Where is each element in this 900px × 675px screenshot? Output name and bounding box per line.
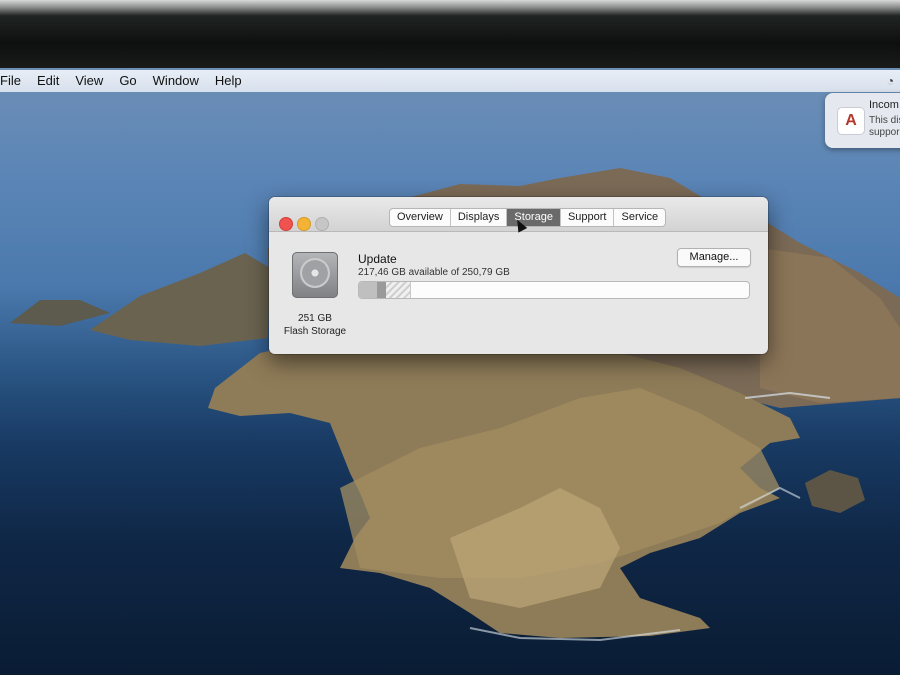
disk-capacity: 251 GB <box>298 313 332 324</box>
zoom-button[interactable] <box>315 217 329 231</box>
usage-segment-purgeable[interactable] <box>386 282 411 298</box>
wallpaper-landscape <box>10 168 900 642</box>
menu-window[interactable]: Window <box>145 70 207 92</box>
tab-overview[interactable]: Overview <box>390 209 451 226</box>
menu-file[interactable]: File <box>0 70 29 92</box>
notification-title: Incom <box>869 99 899 111</box>
tab-displays[interactable]: Displays <box>451 209 508 226</box>
storage-usage-bar[interactable] <box>358 281 750 299</box>
volume-availability: 217,46 GB available of 250,79 GB <box>358 267 510 278</box>
tab-bar: Overview Displays Storage Support Servic… <box>389 208 667 227</box>
wifi-icon[interactable]: ◔ <box>887 70 894 92</box>
disk-type: Flash Storage <box>283 326 347 337</box>
usage-segment-other[interactable] <box>359 282 377 298</box>
usage-segment-system[interactable] <box>376 282 387 298</box>
screen-bezel <box>0 0 900 72</box>
notification-banner[interactable]: A Incom This dis suppor <box>825 93 900 148</box>
menu-help[interactable]: Help <box>207 70 250 92</box>
menu-view[interactable]: View <box>67 70 111 92</box>
menu-edit[interactable]: Edit <box>29 70 67 92</box>
desktop-wallpaper <box>0 68 900 675</box>
manage-button[interactable]: Manage... <box>677 248 751 267</box>
notification-body: This dis suppor <box>869 115 900 139</box>
minimize-button[interactable] <box>297 217 311 231</box>
menu-bar: File Edit View Go Window Help ◔ <box>0 70 900 92</box>
close-button[interactable] <box>279 217 293 231</box>
menu-go[interactable]: Go <box>111 70 144 92</box>
app-store-icon: A <box>837 107 865 135</box>
tab-support[interactable]: Support <box>561 209 615 226</box>
notification-body-line: suppor <box>869 127 900 138</box>
disk-caption: 251 GB Flash Storage <box>279 312 351 338</box>
volume-name: Update <box>358 252 397 266</box>
disk-platter <box>300 258 330 288</box>
tab-service[interactable]: Service <box>614 209 665 226</box>
hard-drive-icon <box>292 252 338 298</box>
notification-body-line: This dis <box>869 115 900 126</box>
storage-pane: 251 GB Flash Storage Update 217,46 GB av… <box>269 232 768 354</box>
